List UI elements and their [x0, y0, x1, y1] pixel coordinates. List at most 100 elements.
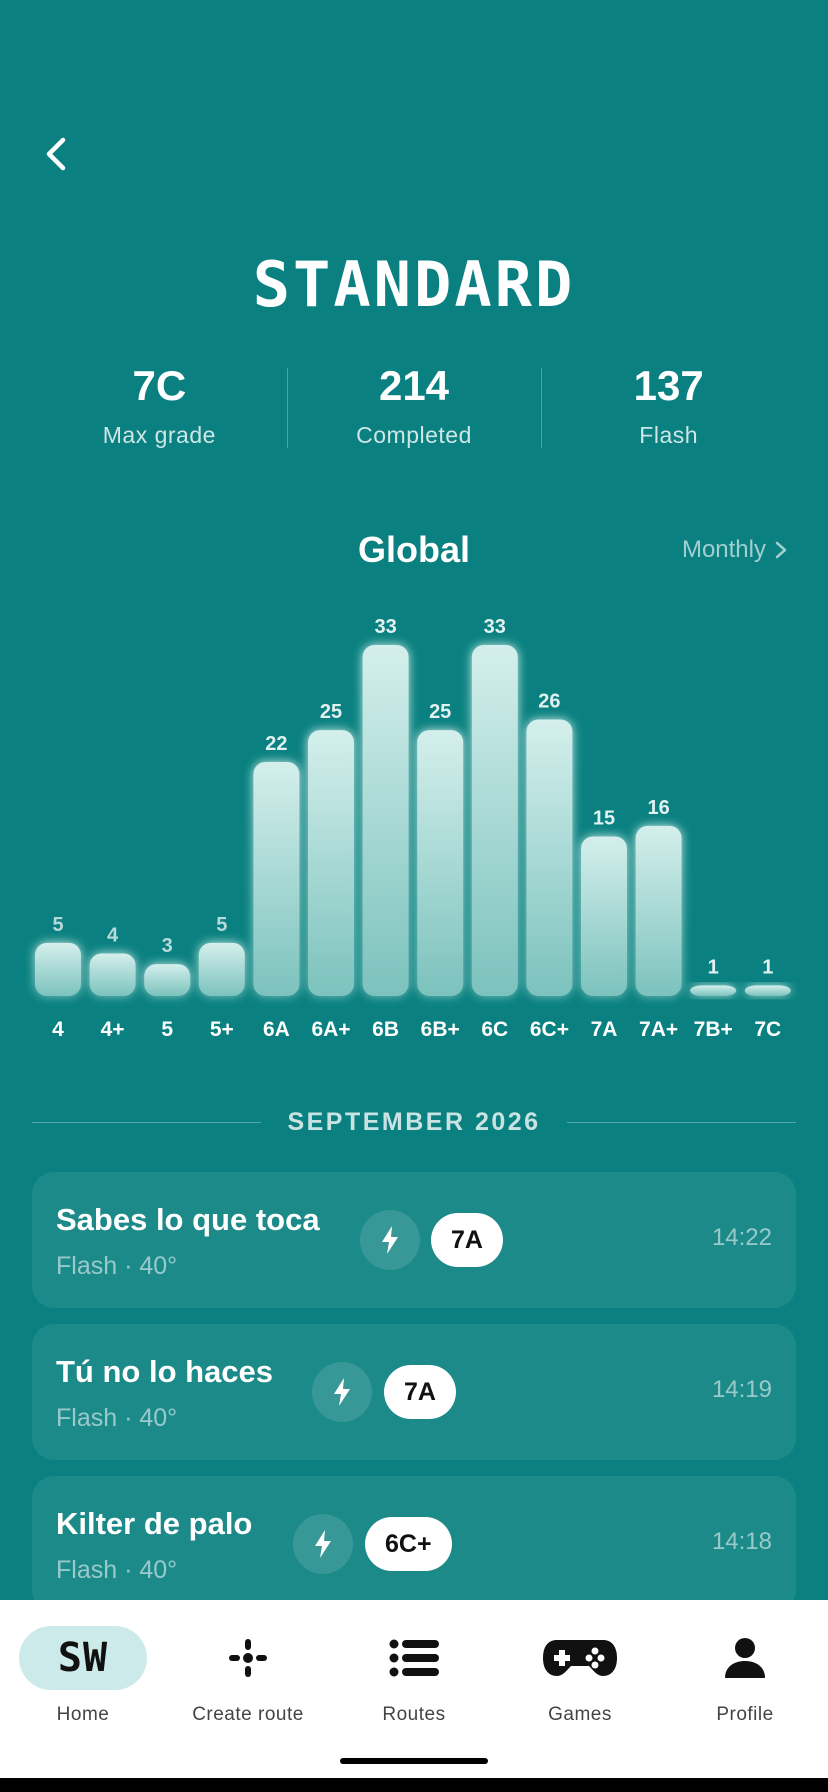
bar-6B [362, 645, 409, 996]
bar-value-label: 16 [647, 797, 669, 819]
bar-6C+ [526, 719, 573, 996]
list-icon [350, 1626, 478, 1690]
bar-5 [144, 964, 191, 996]
system-bar [0, 1778, 828, 1792]
ascent-time: 14:18 [711, 1528, 772, 1555]
lightning-icon [334, 1378, 350, 1406]
bar-6A [253, 762, 300, 996]
nav-label: Routes [382, 1704, 446, 1725]
x-tick-label: 6A [263, 1018, 290, 1041]
bar-value-label: 5 [52, 914, 63, 936]
nav-label: Games [548, 1704, 612, 1725]
x-tick-label: 6C [481, 1018, 508, 1041]
nav-routes[interactable]: Routes [331, 1626, 497, 1726]
flash-badge [293, 1514, 353, 1574]
route-name: Tú no lo haces [56, 1354, 274, 1389]
bar-value-label: 33 [484, 616, 506, 638]
stat-value: 214 [378, 362, 450, 409]
stat-max-grade: 7C Max grade [32, 358, 287, 458]
x-tick-label: 7A+ [639, 1018, 678, 1041]
route-meta: Flash · 40° [56, 1404, 178, 1432]
ascent-card[interactable]: Tú no lo haces Flash · 40° 7A 14:19 [32, 1324, 796, 1460]
nav-create-route[interactable]: Create route [165, 1626, 331, 1726]
gamepad-icon [516, 1626, 644, 1690]
chevron-left-icon [46, 137, 66, 171]
lightning-icon [315, 1530, 331, 1558]
grade-pill: 7A [431, 1213, 503, 1267]
chevron-right-icon [775, 541, 787, 559]
x-tick-label: 6C+ [530, 1018, 569, 1041]
stat-label: Flash [639, 422, 699, 448]
divider-line [32, 1122, 262, 1123]
grade-pill: 6C+ [365, 1517, 452, 1571]
grade-bar-chart: 5 4 4 4+ 3 5 5 5+ 22 6A 25 6A+ 33 6B 25 6B+ 33 6C 26 6C+ 15 7… [35, 616, 791, 1041]
nav-home[interactable]: SW Home [0, 1626, 166, 1726]
stat-completed: 214 Completed [286, 358, 542, 458]
ascent-time: 14:22 [711, 1224, 772, 1251]
x-tick-label: 6A+ [311, 1018, 350, 1041]
bar-7B+ [690, 985, 737, 996]
x-tick-label: 7C [754, 1018, 781, 1041]
divider-line [566, 1122, 797, 1123]
bar-value-label: 4 [107, 924, 119, 946]
route-meta: Flash · 40° [56, 1252, 178, 1280]
chart-header: Global Monthly [0, 525, 828, 575]
bar-value-label: 15 [593, 807, 615, 829]
nav-games[interactable]: Games [497, 1626, 663, 1726]
bar-value-label: 1 [708, 956, 719, 978]
x-tick-label: 5+ [210, 1018, 234, 1041]
bar-value-label: 33 [374, 616, 396, 638]
nav-label: Create route [192, 1704, 304, 1725]
bar-4 [35, 942, 81, 996]
bar-4+ [89, 953, 136, 996]
period-selector[interactable]: Monthly [682, 533, 788, 567]
stat-value: 7C [132, 362, 187, 409]
bar-6C [471, 645, 518, 996]
stat-label: Max grade [102, 422, 216, 448]
stat-value: 137 [633, 362, 704, 409]
nav-profile[interactable]: Profile [662, 1626, 828, 1726]
page-title: STANDARD [252, 248, 576, 321]
x-tick-label: 7A [591, 1018, 618, 1041]
home-logo: SW [57, 1635, 109, 1681]
flash-badge [360, 1210, 420, 1270]
stat-label: Completed [356, 422, 472, 448]
ascent-card[interactable]: Sabes lo que toca Flash · 40° 7A 14:22 [32, 1172, 796, 1308]
month-divider: SEPTEMBER 2026 [32, 1108, 797, 1137]
create-route-icon [184, 1626, 312, 1690]
route-name: Sabes lo que toca [56, 1202, 320, 1237]
stat-flash: 137 Flash [541, 358, 796, 458]
bar-value-label: 25 [429, 701, 451, 723]
route-name: Kilter de palo [56, 1506, 253, 1541]
ascent-time: 14:19 [711, 1376, 772, 1403]
flash-badge [312, 1362, 372, 1422]
x-tick-label: 5 [161, 1018, 173, 1041]
bar-5+ [198, 942, 245, 996]
route-meta: Flash · 40° [56, 1556, 178, 1584]
nav-label: Home [56, 1704, 110, 1725]
bar-7A [581, 836, 627, 996]
period-label: Monthly [681, 536, 766, 563]
bar-6A+ [308, 730, 354, 996]
lightning-icon [382, 1226, 398, 1254]
month-label: SEPTEMBER 2026 [287, 1108, 541, 1136]
bar-value-label: 5 [216, 914, 227, 936]
x-tick-label: 6B [372, 1018, 399, 1041]
ascent-card[interactable]: Kilter de palo Flash · 40° 6C+ 14:18 [32, 1476, 796, 1612]
bar-value-label: 1 [762, 956, 773, 978]
bar-value-label: 26 [538, 690, 560, 712]
x-tick-label: 4 [52, 1018, 64, 1041]
home-logo-icon: SW [19, 1626, 147, 1690]
nav-label: Profile [716, 1704, 774, 1725]
stats-row: 7C Max grade 214 Completed 137 Flash [32, 358, 796, 458]
bar-7C [744, 985, 791, 996]
x-tick-label: 6B+ [421, 1018, 460, 1041]
bar-6B+ [417, 730, 464, 996]
bar-value-label: 3 [162, 935, 173, 957]
x-tick-label: 4+ [101, 1018, 125, 1041]
person-icon [681, 1626, 809, 1690]
home-indicator [340, 1758, 488, 1764]
grade-pill: 7A [384, 1365, 456, 1419]
back-button[interactable] [36, 130, 76, 178]
bar-value-label: 25 [320, 701, 342, 723]
